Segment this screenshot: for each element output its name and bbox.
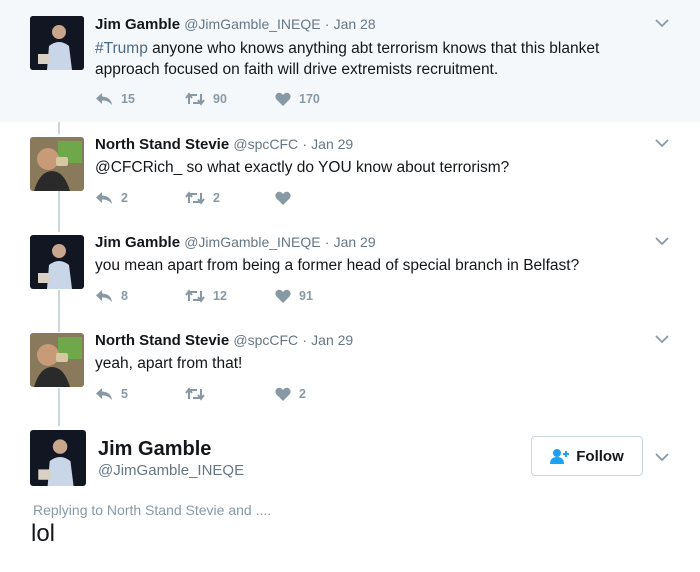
- tweet-text: #Trump anyone who knows anything abt ter…: [95, 38, 640, 80]
- retweet-count: 12: [213, 289, 227, 303]
- reply-count: 2: [121, 191, 128, 205]
- tweet-text: yeah, apart from that!: [95, 355, 243, 372]
- avatar-image: [30, 430, 86, 486]
- tweet-date[interactable]: Jan 29: [334, 234, 376, 250]
- tweet-date[interactable]: Jan 28: [334, 16, 376, 32]
- avatar[interactable]: [30, 333, 84, 387]
- avatar[interactable]: [30, 235, 84, 289]
- separator: ·: [324, 16, 330, 32]
- like-count: 91: [299, 289, 313, 303]
- reply-count: 5: [121, 387, 128, 401]
- user-handle[interactable]: @spcCFC: [233, 136, 298, 152]
- tweet[interactable]: Jim Gamble @JimGamble_INEQE · Jan 28 #Tr…: [0, 0, 700, 122]
- retweet-button[interactable]: 90: [185, 92, 275, 106]
- tweet-header: Jim Gamble @JimGamble_INEQE · Jan 28: [95, 16, 376, 33]
- like-button[interactable]: 91: [275, 289, 365, 303]
- chevron-down-icon[interactable]: [654, 18, 670, 28]
- avatar-image: [30, 333, 84, 387]
- retweet-icon: [185, 289, 205, 303]
- tweet-actions: 2 2: [95, 191, 365, 205]
- display-name[interactable]: Jim Gamble: [95, 234, 180, 251]
- reply-icon: [96, 93, 112, 105]
- retweet-button[interactable]: 2: [185, 191, 275, 205]
- add-user-icon: [550, 449, 570, 464]
- heart-icon: [275, 92, 291, 106]
- tweet-actions: 5 2: [95, 387, 365, 401]
- reply-button[interactable]: 5: [95, 387, 185, 401]
- hashtag-link[interactable]: #Trump: [95, 40, 148, 57]
- user-handle[interactable]: @JimGamble_INEQE: [184, 16, 320, 32]
- chevron-down-icon[interactable]: [654, 236, 670, 246]
- tweet-actions: 15 90 170: [95, 92, 365, 106]
- retweet-icon: [185, 387, 205, 401]
- tweet-header: North Stand Stevie @spcCFC · Jan 29: [95, 136, 353, 153]
- separator: ·: [302, 332, 307, 348]
- tweet-date[interactable]: Jan 29: [311, 332, 353, 348]
- follow-label: Follow: [576, 447, 624, 465]
- tweet[interactable]: North Stand Stevie @spcCFC · Jan 29 yeah…: [0, 318, 700, 418]
- display-name[interactable]: Jim Gamble: [98, 438, 211, 461]
- avatar[interactable]: [30, 137, 84, 191]
- display-name[interactable]: North Stand Stevie: [95, 332, 229, 349]
- separator: ·: [324, 234, 330, 250]
- user-handle[interactable]: @JimGamble_INEQE: [98, 462, 244, 479]
- reply-icon: [96, 388, 112, 400]
- tweet[interactable]: North Stand Stevie @spcCFC · Jan 29 @CFC…: [0, 122, 700, 220]
- like-button[interactable]: [275, 191, 365, 205]
- like-button[interactable]: 2: [275, 387, 365, 401]
- reply-count: 8: [121, 289, 128, 303]
- chevron-down-icon[interactable]: [654, 334, 670, 344]
- tweet-text: @CFCRich_ so what exactly do YOU know ab…: [95, 159, 510, 176]
- like-count: 170: [299, 92, 320, 106]
- avatar[interactable]: [30, 16, 84, 70]
- retweet-icon: [185, 191, 205, 205]
- user-handle[interactable]: @JimGamble_INEQE: [184, 234, 320, 250]
- like-button[interactable]: 170: [275, 92, 365, 106]
- reply-button[interactable]: 2: [95, 191, 185, 205]
- tweet[interactable]: Jim Gamble @JimGamble_INEQE · Jan 29 you…: [0, 220, 700, 318]
- tweet-text-body: anyone who knows anything abt terrorism …: [95, 40, 600, 78]
- retweet-button[interactable]: [185, 387, 275, 401]
- heart-icon: [275, 289, 291, 303]
- tweet-actions: 8 12 91: [95, 289, 365, 303]
- follow-button[interactable]: Follow: [531, 436, 643, 476]
- reply-tweet-text: lol: [31, 520, 56, 547]
- avatar-image: [30, 16, 84, 70]
- reply-button[interactable]: 15: [95, 92, 185, 106]
- avatar-image: [30, 137, 84, 191]
- reply-button[interactable]: 8: [95, 289, 185, 303]
- heart-icon: [275, 191, 291, 205]
- avatar-image: [30, 235, 84, 289]
- separator: ·: [302, 136, 307, 152]
- like-count: 2: [299, 387, 306, 401]
- retweet-icon: [185, 92, 205, 106]
- tweet-header: Jim Gamble @JimGamble_INEQE · Jan 29: [95, 234, 376, 251]
- heart-icon: [275, 387, 291, 401]
- display-name[interactable]: North Stand Stevie: [95, 136, 229, 153]
- user-handle[interactable]: @spcCFC: [233, 332, 298, 348]
- tweet-header: North Stand Stevie @spcCFC · Jan 29: [95, 332, 353, 349]
- tweet-text: you mean apart from being a former head …: [95, 257, 580, 274]
- retweet-count: 2: [213, 191, 220, 205]
- reply-icon: [96, 290, 112, 302]
- replying-to[interactable]: Replying to North Stand Stevie and ....: [33, 502, 271, 518]
- reply-icon: [96, 192, 112, 204]
- chevron-down-icon[interactable]: [654, 138, 670, 148]
- chevron-down-icon[interactable]: [654, 452, 670, 462]
- retweet-count: 90: [213, 92, 227, 106]
- retweet-button[interactable]: 12: [185, 289, 275, 303]
- reply-count: 15: [121, 92, 135, 106]
- avatar[interactable]: [30, 430, 86, 486]
- display-name[interactable]: Jim Gamble: [95, 16, 180, 33]
- tweet-date[interactable]: Jan 29: [311, 136, 353, 152]
